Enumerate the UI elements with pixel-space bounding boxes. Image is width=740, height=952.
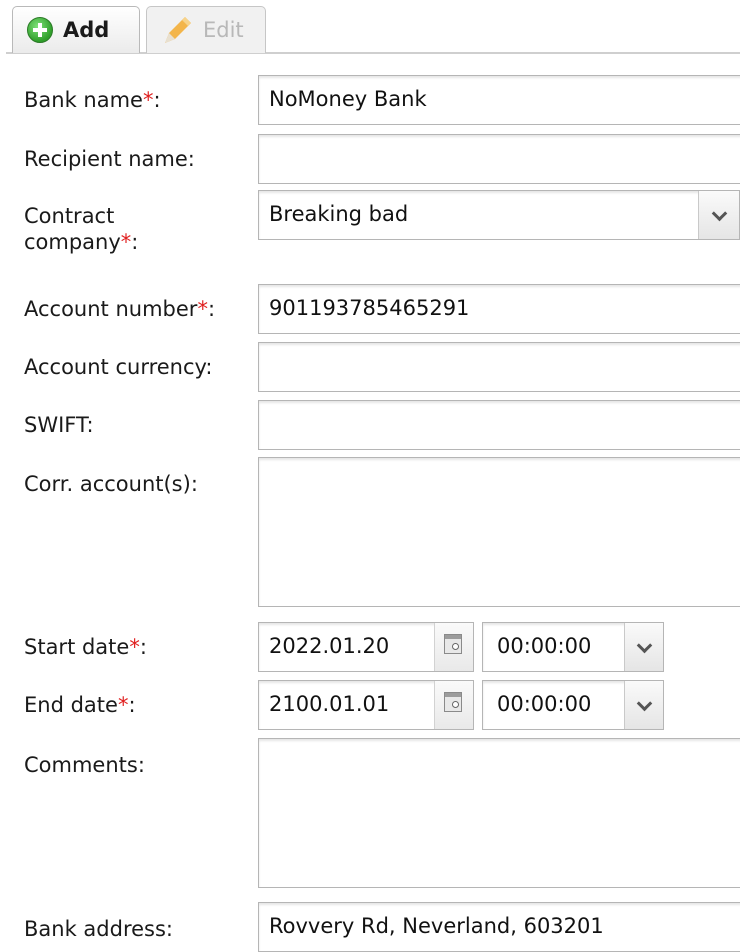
corr-accounts-label: Corr. account(s): [24,472,198,496]
start-date-input[interactable]: 2022.01.20 [258,622,474,672]
end-time-value: 00:00:00 [497,692,592,716]
end-time-select[interactable]: 00:00:00 [482,680,664,730]
start-date-value: 2022.01.20 [269,634,390,658]
recipient-name-input[interactable] [258,134,740,184]
start-time-value: 00:00:00 [497,634,592,658]
calendar-icon [444,634,462,654]
start-date-calendar-button[interactable] [434,623,473,671]
chevron-down-icon [636,637,653,654]
add-tab-label: Add [63,18,110,42]
bank-name-input[interactable]: NoMoney Bank [258,75,740,125]
contract-company-select[interactable]: Breaking bad [258,190,740,240]
edit-tab-label: Edit [203,18,244,42]
start-date-label: Start date*: [24,635,147,659]
swift-input[interactable] [258,400,740,450]
comments-label: Comments: [24,753,145,777]
calendar-icon [444,692,462,712]
account-currency-input[interactable] [258,342,740,392]
pencil-icon [165,17,191,43]
contract-company-dropdown-button[interactable] [698,191,739,239]
add-tab[interactable]: Add [12,6,140,53]
edit-tab[interactable]: Edit [146,6,266,53]
account-number-input[interactable]: 901193785465291 [258,284,740,334]
end-time-dropdown-button[interactable] [624,681,663,729]
chevron-down-icon [711,205,728,222]
chevron-down-icon [636,695,653,712]
start-time-dropdown-button[interactable] [624,623,663,671]
bank-address-label: Bank address: [24,917,173,941]
contract-company-label: Contract company*: [24,204,139,254]
swift-label: SWIFT: [24,413,94,437]
contract-company-value: Breaking bad [269,202,409,226]
end-date-value: 2100.01.01 [269,692,390,716]
start-time-select[interactable]: 00:00:00 [482,622,664,672]
end-date-input[interactable]: 2100.01.01 [258,680,474,730]
account-currency-label: Account currency: [24,355,213,379]
end-date-label: End date*: [24,693,136,717]
recipient-name-label: Recipient name: [24,147,195,171]
corr-accounts-textarea[interactable] [258,457,740,607]
account-number-label: Account number*: [24,297,216,321]
comments-textarea[interactable] [258,738,740,888]
end-date-calendar-button[interactable] [434,681,473,729]
bank-name-label: Bank name*: [24,88,161,112]
add-circle-icon [27,17,53,43]
tab-toolbar: Add Edit [0,0,740,55]
